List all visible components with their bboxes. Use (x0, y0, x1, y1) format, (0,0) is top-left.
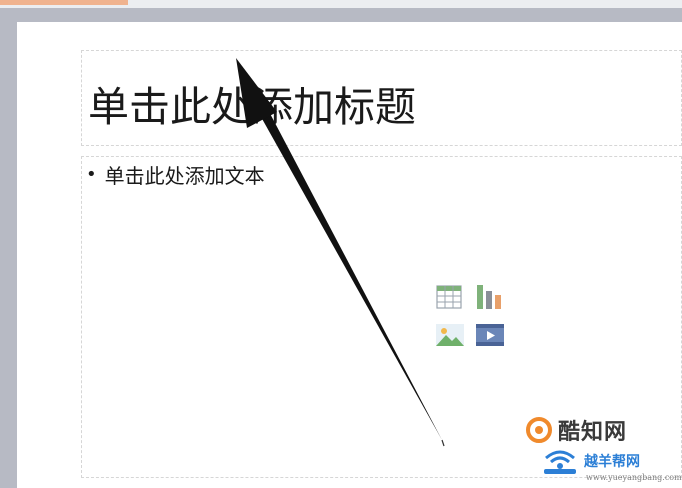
insert-chart-icon[interactable] (475, 283, 505, 311)
content-placeholder-text: 单击此处添加文本 (104, 164, 265, 188)
insert-picture-icon[interactable] (435, 321, 465, 349)
title-placeholder-text: 单击此处添加标题 (88, 83, 416, 131)
insert-media-icon[interactable] (475, 321, 505, 349)
content-bullet-row: • 单击此处添加文本 (86, 160, 265, 189)
window-top-strip (0, 0, 682, 8)
insert-table-icon[interactable] (435, 283, 465, 311)
content-placeholder[interactable]: • 单击此处添加文本 (81, 156, 682, 478)
insert-content-icons (435, 283, 511, 355)
slide-canvas[interactable]: 单击此处添加标题 • 单击此处添加文本 (17, 22, 682, 488)
bullet-marker: • (86, 164, 97, 185)
title-placeholder[interactable]: 单击此处添加标题 (81, 50, 682, 146)
active-tab-indicator[interactable] (0, 0, 128, 5)
